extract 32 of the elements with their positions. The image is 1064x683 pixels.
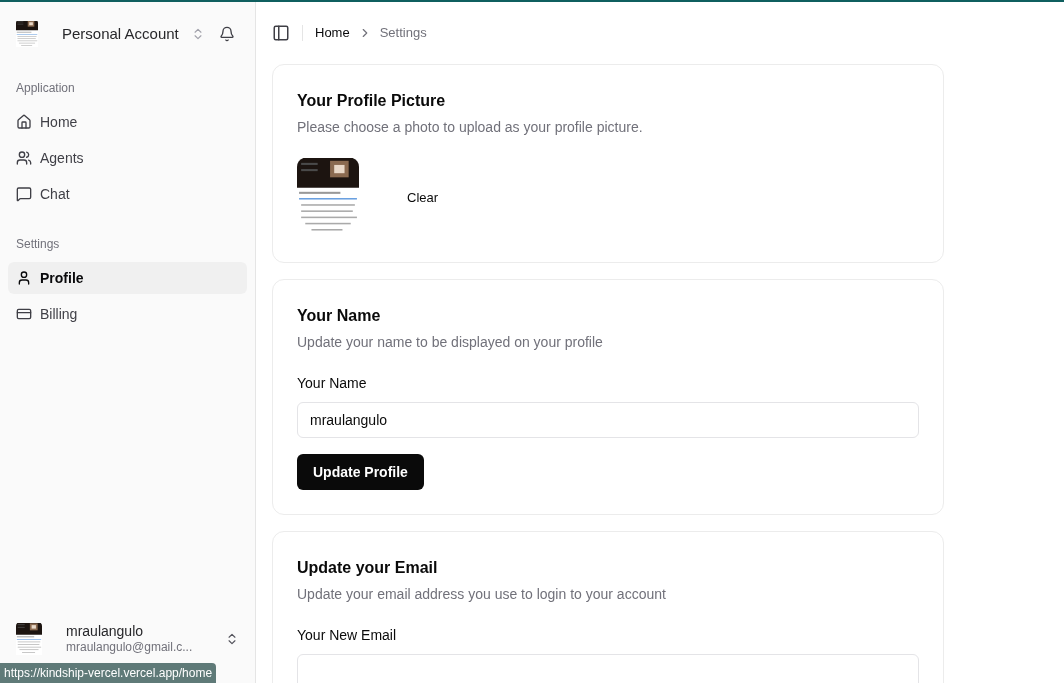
- group-title: Settings: [15, 236, 61, 253]
- status-url-tooltip: https://kindship-vercel.vercel.app/home: [0, 663, 217, 683]
- group-title: Application: [15, 80, 76, 97]
- clear-button[interactable]: Clear: [395, 180, 451, 216]
- account-switcher[interactable]: Personal Account: [62, 22, 205, 46]
- card-description: Update your name to be displayed on your profile: [297, 333, 604, 352]
- card-title: Your Profile Picture: [297, 91, 447, 111]
- card-description: Update your email address you use to login to your account: [297, 585, 667, 604]
- chat-icon: [16, 186, 32, 202]
- user-icon: [16, 270, 32, 286]
- sidebar-item[interactable]: Agents: [8, 142, 247, 174]
- breadcrumb-item[interactable]: Home: [315, 23, 350, 43]
- card-description: Please choose a photo to upload as your profile picture.: [297, 118, 644, 137]
- field-label: Your New Email: [297, 626, 398, 645]
- update-profile-button[interactable]: Update Profile: [297, 454, 424, 490]
- text-field[interactable]: [297, 654, 919, 683]
- users-icon: [16, 150, 32, 166]
- bell-icon[interactable]: [219, 26, 235, 42]
- sidebar-item[interactable]: Home: [8, 106, 247, 138]
- breadcrumb-item: Settings: [379, 24, 427, 43]
- user-name: mraulangulo: [66, 622, 145, 641]
- sidebar-item[interactable]: Billing: [8, 298, 247, 330]
- text-field[interactable]: mraulangulo: [297, 402, 919, 438]
- sidebar-item[interactable]: Chat: [8, 178, 247, 210]
- sidebar-item[interactable]: Profile: [8, 262, 247, 294]
- user-email: mraulangulo@gmail.c...: [66, 640, 193, 656]
- card-icon: [16, 306, 32, 322]
- home-icon: [16, 114, 32, 130]
- field-label: Your Name: [297, 374, 368, 393]
- card-title: Your Name: [297, 306, 382, 326]
- card-title: Update your Email: [297, 558, 439, 578]
- sidebar-toggle-icon[interactable]: [272, 24, 290, 42]
